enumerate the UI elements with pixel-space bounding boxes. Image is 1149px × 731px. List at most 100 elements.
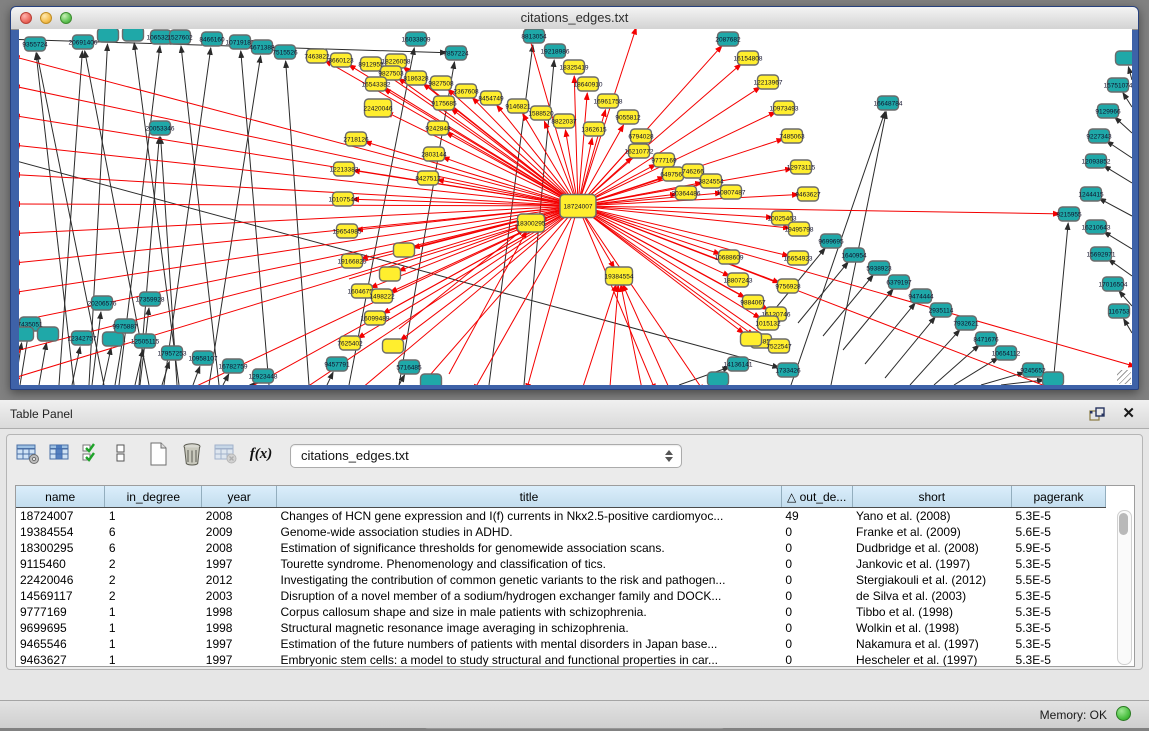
graph-node-label: 16154808 — [734, 55, 763, 62]
column-header-short[interactable]: short — [852, 486, 1012, 508]
status-bar: Memory: OK — [0, 700, 1149, 728]
graph-node-yellow[interactable] — [394, 243, 415, 257]
table-mode-icon[interactable] — [15, 441, 41, 467]
table-row[interactable]: 1456911722003Disruption of a novel membe… — [16, 588, 1106, 604]
table-cell: 1 — [105, 652, 202, 667]
graph-node-label: 8215955 — [1056, 211, 1082, 218]
memory-status-label: Memory: OK — [1040, 708, 1107, 722]
graph-node-teal[interactable] — [1043, 372, 1064, 385]
table-cell: 0 — [781, 556, 852, 572]
column-header-name[interactable]: name — [16, 486, 105, 508]
window-resize-grip[interactable] — [1117, 370, 1131, 384]
graph-node-yellow[interactable] — [741, 332, 762, 346]
table-cell: 1998 — [202, 620, 277, 636]
table-cell: 5.3E-5 — [1012, 556, 1106, 572]
table-row[interactable]: 911546021997Tourette syndrome. Phenomeno… — [16, 556, 1106, 572]
table-cell: Genome-wide association studies in ADHD. — [276, 524, 781, 540]
scrollbar-thumb[interactable] — [1119, 513, 1128, 535]
table-row[interactable]: 1872400712008Changes of HCN gene express… — [16, 508, 1106, 525]
graph-node-label: 5938923 — [866, 265, 892, 272]
graph-node-label: 10807487 — [717, 189, 746, 196]
graph-node-label: 17957253 — [158, 350, 187, 357]
table-cell: 5.3E-5 — [1012, 652, 1106, 667]
table-row[interactable]: 1938455462009Genome-wide association stu… — [16, 524, 1106, 540]
graph-node-label: 20053346 — [146, 125, 175, 132]
table-row[interactable]: 2242004622012Investigating the contribut… — [16, 572, 1106, 588]
table-cell: Nakamura et al. (1997) — [852, 636, 1012, 652]
table-cell: 0 — [781, 572, 852, 588]
window-title: citations_edges.txt — [11, 10, 1138, 25]
table-row[interactable]: 969969511998Structural magnetic resonanc… — [16, 620, 1106, 636]
table-cell: Corpus callosum shape and size in male p… — [276, 604, 781, 620]
graph-node-label: 9463627 — [795, 191, 821, 198]
table-row[interactable]: 946362711997Embryonic stem cells: a mode… — [16, 652, 1106, 667]
graph-node-yellow[interactable] — [383, 339, 404, 353]
column-header-out_de[interactable]: △ out_de... — [781, 486, 852, 508]
table-cell: 5.3E-5 — [1012, 604, 1106, 620]
graph-node-label: 1640954 — [841, 252, 867, 259]
graph-node-label: 20691406 — [69, 39, 98, 46]
window-titlebar[interactable]: citations_edges.txt — [11, 7, 1138, 30]
graph-node-label: 9699695 — [818, 238, 844, 245]
graph-node-label: 12213383 — [330, 166, 359, 173]
table-cell: 2008 — [202, 508, 277, 525]
graph-node-teal[interactable] — [708, 372, 729, 385]
graph-node-teal[interactable] — [123, 29, 144, 41]
graph-node-yellow[interactable] — [380, 267, 401, 281]
graph-node-label: 9827508 — [428, 80, 454, 87]
memory-indicator-icon[interactable] — [1116, 706, 1131, 721]
delete-columns-icon[interactable] — [180, 441, 206, 467]
table-row[interactable]: 1830029562008Estimation of significance … — [16, 540, 1106, 556]
selection-mode-icon[interactable] — [81, 441, 107, 467]
table-cell: Franke et al. (2009) — [852, 524, 1012, 540]
graph-node-teal[interactable] — [98, 29, 119, 42]
graph-node-label: 1498222 — [369, 293, 395, 300]
float-panel-icon[interactable] — [1089, 407, 1105, 422]
column-visibility-icon[interactable] — [48, 441, 74, 467]
graph-node-label: 1015132 — [755, 320, 781, 327]
function-builder-icon[interactable]: f(x) — [246, 441, 276, 467]
graph-node-label: 16543382 — [362, 81, 391, 88]
table-cell: Estimation of the future numbers of pati… — [276, 636, 781, 652]
graph-node-label: 2803144 — [421, 151, 447, 158]
table-cell: Structural magnetic resonance image aver… — [276, 620, 781, 636]
create-column-icon[interactable] — [147, 441, 173, 467]
graph-node-label: 19218986 — [541, 48, 570, 55]
column-header-title[interactable]: title — [276, 486, 781, 508]
graph-node-label: 12973115 — [787, 164, 816, 171]
graph-node-label: 16961758 — [594, 98, 623, 105]
graph-node-teal[interactable] — [38, 327, 59, 341]
graph-node-label: 18325419 — [560, 64, 589, 71]
table-cell: 5.9E-5 — [1012, 540, 1106, 556]
table-row[interactable]: 946554611997Estimation of the future num… — [16, 636, 1106, 652]
graph-node-label: 1733426 — [775, 367, 801, 374]
table-cell: 0 — [781, 636, 852, 652]
table-row[interactable]: 977716911998Corpus callosum shape and si… — [16, 604, 1106, 620]
table-cell: 9699695 — [16, 620, 105, 636]
row-height-icon[interactable] — [114, 441, 140, 467]
graph-node-teal[interactable] — [103, 332, 124, 346]
column-header-in_degree[interactable]: in_degree — [105, 486, 202, 508]
table-cell: 1997 — [202, 556, 277, 572]
table-cell: 2009 — [202, 524, 277, 540]
graph-node-label: 5716485 — [396, 364, 422, 371]
graph-node-label: 4671388 — [249, 44, 275, 51]
graph-node-teal[interactable] — [1116, 51, 1133, 65]
network-canvas[interactable]: 1872400718300295193845542242004674638228… — [19, 29, 1132, 385]
graph-node-label: 8466160 — [199, 36, 225, 43]
graph-node-teal[interactable] — [19, 327, 34, 341]
table-scrollbar[interactable] — [1117, 510, 1132, 665]
graph-node-label: 7857224 — [443, 50, 469, 57]
graph-node-label: 16210772 — [625, 148, 654, 155]
table-cell: 0 — [781, 588, 852, 604]
graph-node-label: 18226058 — [382, 58, 411, 65]
close-panel-icon[interactable]: ✕ — [1122, 404, 1135, 422]
graph-node-label: 7463822 — [304, 53, 330, 60]
graph-node-teal[interactable] — [421, 374, 442, 385]
table-select-dropdown[interactable]: citations_edges.txt — [290, 444, 682, 468]
column-header-pagerank[interactable]: pagerank — [1012, 486, 1106, 508]
column-header-year[interactable]: year — [202, 486, 277, 508]
graph-node-label: 12923448 — [249, 373, 278, 380]
network-view-window: citations_edges.txt 18724007183002951938… — [10, 6, 1139, 390]
graph-node-label: 9242848 — [425, 125, 451, 132]
